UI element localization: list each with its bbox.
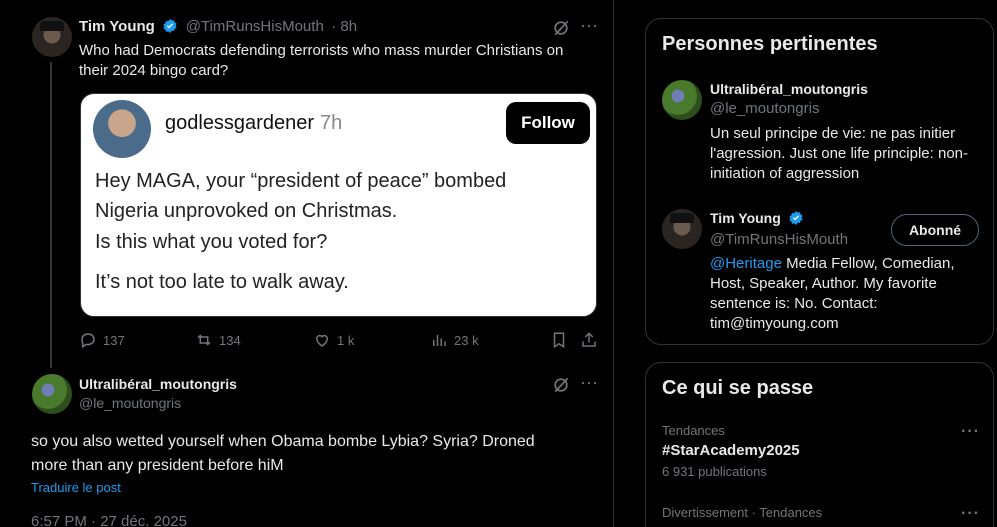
tweet2-header: Ultralibéral_moutongris @le_moutongris [79,376,237,411]
thread-connector-line [50,62,52,368]
moutongris-avatar[interactable] [32,374,72,414]
main-timeline: Tim Young @TimRunsHisMouth · 8h ··· Who … [0,0,614,527]
views-button[interactable]: 23 k [430,331,479,349]
embed-line1: Hey MAGA, your “president of peace” bomb… [95,170,507,192]
person-bio: @Heritage Media Fellow, Comedian, Host, … [710,254,990,334]
relevant-people-panel: Personnes pertinentes Ultralibéral_mouto… [645,18,994,345]
trend-post-count: 6 931 publications [662,464,767,479]
translate-post-link[interactable]: Traduire le post [31,480,121,495]
tweet1-text-line1: Who had Democrats defending terrorists w… [79,42,564,59]
tweet1-time[interactable]: · 8h [331,18,357,35]
tweet1-header: Tim Young @TimRunsHisMouth · 8h [79,18,357,36]
trending-panel: Ce qui se passe Tendances #StarAcademy20… [645,362,994,527]
tweet2-author-handle[interactable]: @le_moutongris [79,395,237,411]
person-bio-line: Un seul principe de vie: ne pas initier [710,125,956,142]
person-bio: Un seul principe de vie: ne pas initier … [710,124,990,184]
tweet2-text-line2: more than any president before hiM [31,457,284,474]
person-bio-line: tim@timyoung.com [710,315,839,332]
person-bio-line: l'agression. Just one life principle: no… [710,145,969,162]
views-count: 23 k [454,332,479,348]
tweet1-text-line2: their 2024 bingo card? [79,62,229,79]
reply-count: 137 [103,332,125,348]
relevant-people-title: Personnes pertinentes [662,33,878,55]
embed-line3: Is this what you voted for? [95,231,328,253]
embed-follow-button: Follow [506,102,590,144]
analytics-icon [433,334,446,346]
person-bio-line: sentence is: No. Contact: [710,295,878,312]
like-button[interactable]: 1 k [313,331,354,349]
reply-icon [81,333,95,349]
tweet1-author-handle[interactable]: @TimRunsHisMouth [186,18,324,35]
person-handle[interactable]: @le_moutongris [710,100,868,117]
trend-more-icon[interactable]: ··· [961,423,980,441]
embed-username: godlessgardener [165,112,314,134]
verified-badge-icon [163,19,177,33]
godlessgardener-avatar [93,100,151,158]
embed-time: 7h [320,112,343,134]
trend-more-icon[interactable]: ··· [961,505,980,523]
repost-icon [197,334,211,346]
embed-line4: It’s not too late to walk away. [95,271,349,293]
person-bio-line: Host, Speaker, Author. My favorite [710,275,937,292]
embed-line2: Nigeria unprovoked on Christmas. [95,200,398,222]
trend-item[interactable]: Tendances #StarAcademy2025 6 931 publica… [662,423,982,479]
person-card[interactable]: Tim Young @TimRunsHisMouth [710,210,848,248]
following-button[interactable]: Abonné [891,214,979,246]
grok-icon[interactable] [551,375,571,395]
grok-icon[interactable] [551,18,571,38]
bookmark-icon[interactable] [550,331,568,349]
person-avatar[interactable] [662,80,702,120]
tweet2-text-line1: so you also wetted yourself when Obama b… [31,433,535,450]
repost-count: 134 [219,332,241,348]
trend-item[interactable]: Divertissement · Tendances [662,505,962,520]
person-name[interactable]: Ultralibéral_moutongris [710,81,868,97]
person-avatar[interactable] [662,209,702,249]
tweet1-author-name[interactable]: Tim Young [79,18,155,35]
embedded-image-card[interactable]: godlessgardener 7h Follow Hey MAGA, your … [80,93,597,317]
tweet1-text: Who had Democrats defending terrorists w… [79,41,599,81]
person-handle[interactable]: @TimRunsHisMouth [710,231,848,248]
trending-title: Ce qui se passe [662,377,814,399]
right-sidebar: Personnes pertinentes Ultralibéral_mouto… [614,0,997,527]
like-count: 1 k [337,332,355,348]
repost-button[interactable]: 134 [195,331,241,349]
heart-icon [315,334,329,347]
person-card[interactable]: Ultralibéral_moutongris @le_moutongris [710,81,868,117]
person-name[interactable]: Tim Young [710,210,781,226]
more-options-icon[interactable]: ··· [580,16,598,34]
tweet1-action-bar: 137 134 1 k 23 k [79,331,599,351]
reply-button[interactable]: 137 [79,331,125,349]
trend-context: Divertissement · Tendances [662,505,823,520]
tweet2-text: so you also wetted yourself when Obama b… [31,430,601,478]
tim-young-avatar[interactable] [32,17,72,57]
heritage-mention-link[interactable]: @Heritage [710,255,782,272]
trend-topic: #StarAcademy2025 [662,442,800,459]
trend-context: Tendances [662,423,725,438]
person-bio-line: initiation of aggression [710,165,860,182]
share-icon[interactable] [580,331,598,349]
tweet2-timestamp[interactable]: 6:57 PM · 27 déc. 2025 [31,513,187,527]
embed-header: godlessgardener 7h [165,112,342,135]
person-bio-line: Media Fellow, Comedian, [781,255,955,272]
tweet2-author-name[interactable]: Ultralibéral_moutongris [79,376,237,392]
verified-badge-icon [789,211,803,225]
more-options-icon[interactable]: ··· [580,373,598,391]
